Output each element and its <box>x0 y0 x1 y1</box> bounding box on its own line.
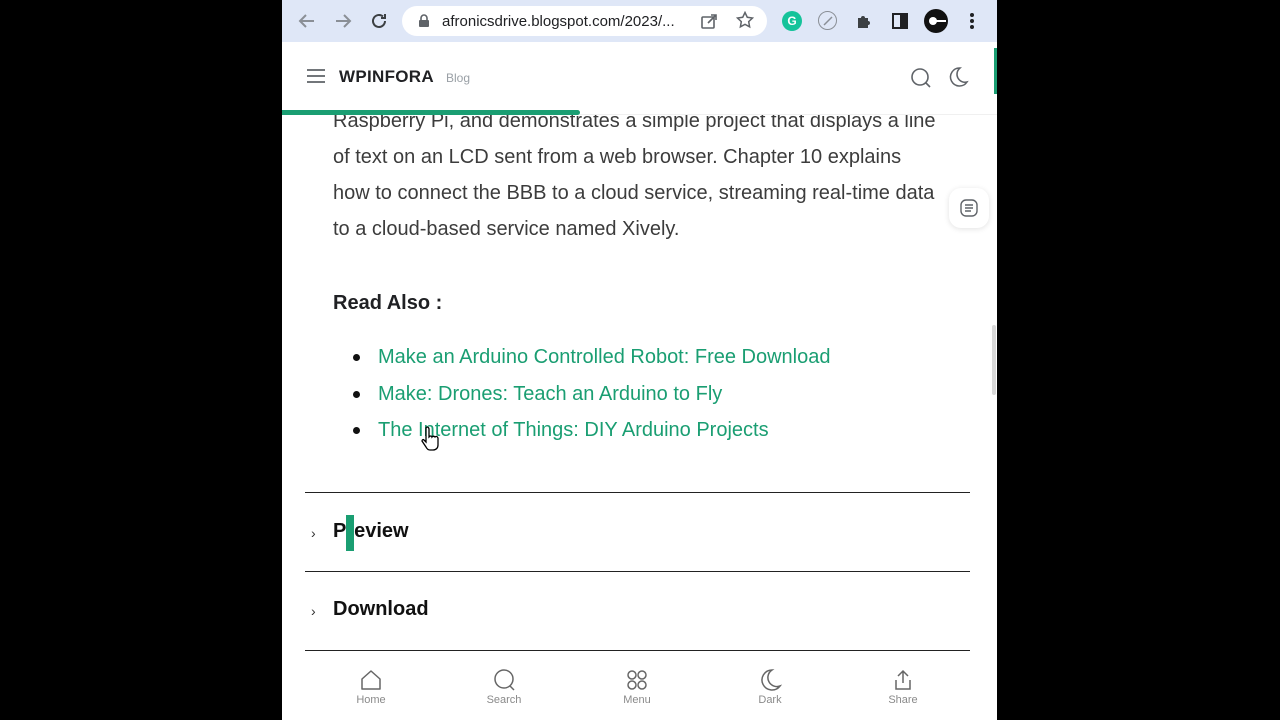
nav-dark[interactable]: Dark <box>730 660 810 720</box>
bullet <box>353 354 360 361</box>
moon-icon <box>761 669 782 691</box>
bullet <box>353 427 360 434</box>
hamburger-menu-icon[interactable] <box>306 68 326 89</box>
scrollbar-thumb[interactable] <box>992 325 996 395</box>
nav-menu[interactable]: Menu <box>597 660 677 720</box>
forward-icon[interactable] <box>331 9 355 33</box>
bullet <box>353 390 360 398</box>
browser-window: afronicsdrive.blogspot.com/2023/... G WP… <box>282 0 997 720</box>
browser-toolbar: afronicsdrive.blogspot.com/2023/... G <box>282 0 997 43</box>
url-text: afronicsdrive.blogspot.com/2023/... <box>442 13 675 30</box>
table-of-contents-icon <box>960 199 978 217</box>
chevron-right-icon: › <box>311 603 316 619</box>
preview-title: Preview <box>333 520 409 542</box>
read-also-list: Make an Arduino Controlled Robot: Free D… <box>333 342 830 452</box>
list-item: Make an Arduino Controlled Robot: Free D… <box>333 342 830 379</box>
table-of-contents-button[interactable] <box>949 188 989 228</box>
nav-menu-label: Menu <box>623 694 651 706</box>
extensions-puzzle-icon[interactable] <box>852 9 876 33</box>
nav-search-label: Search <box>486 694 522 706</box>
divider <box>305 650 970 651</box>
brand-tag: Blog <box>446 71 471 85</box>
bookmark-star-icon[interactable] <box>735 10 755 34</box>
browser-menu-icon[interactable] <box>960 9 984 33</box>
home-icon <box>361 670 381 690</box>
reload-icon[interactable] <box>367 9 391 33</box>
site-header: WPINFORA Blog <box>282 42 997 115</box>
profile-avatar[interactable] <box>924 9 948 33</box>
side-panel-icon[interactable] <box>888 9 912 33</box>
preview-accordion[interactable]: › Preview <box>305 500 970 570</box>
accent-edge <box>994 48 997 94</box>
hand-pointer-cursor-icon <box>420 425 442 456</box>
bottom-navigation: Home Search Menu Dark Share <box>282 660 997 720</box>
read-also-heading: Read Also : <box>333 292 443 314</box>
list-item: Make: Drones: Teach an Arduino to Fly <box>333 379 830 416</box>
search-icon <box>494 669 515 691</box>
nav-home[interactable]: Home <box>331 660 411 720</box>
nav-search[interactable]: Search <box>464 660 544 720</box>
grid-menu-icon <box>627 670 647 690</box>
dark-mode-moon-icon[interactable] <box>947 66 969 93</box>
nav-home-label: Home <box>356 694 386 706</box>
lock-icon <box>418 14 430 33</box>
nav-share-label: Share <box>888 694 918 706</box>
download-accordion[interactable]: › Download <box>305 578 970 648</box>
back-icon[interactable] <box>295 9 319 33</box>
divider <box>305 571 970 572</box>
list-item: The Internet of Things: DIY Arduino Proj… <box>333 415 830 452</box>
download-title: Download <box>333 598 429 620</box>
article-paragraph: Raspberry Pi, and demonstrates a simple … <box>333 115 936 240</box>
blocked-extension-icon[interactable] <box>818 11 837 30</box>
nav-share[interactable]: Share <box>863 660 943 720</box>
read-also-link[interactable]: Make an Arduino Controlled Robot: Free D… <box>378 346 830 368</box>
text-selection-caret <box>346 515 354 551</box>
grammarly-extension-icon[interactable]: G <box>782 11 802 31</box>
address-bar[interactable]: afronicsdrive.blogspot.com/2023/... <box>402 6 767 36</box>
chevron-right-icon: › <box>311 525 316 541</box>
search-icon[interactable] <box>910 67 932 94</box>
share-page-icon[interactable] <box>700 12 718 35</box>
share-icon <box>895 669 911 690</box>
site-brand[interactable]: WPINFORA <box>339 67 434 87</box>
article-content: Raspberry Pi, and demonstrates a simple … <box>282 115 997 660</box>
read-also-link[interactable]: Make: Drones: Teach an Arduino to Fly <box>378 383 722 405</box>
nav-dark-label: Dark <box>758 694 782 706</box>
divider <box>305 492 970 493</box>
